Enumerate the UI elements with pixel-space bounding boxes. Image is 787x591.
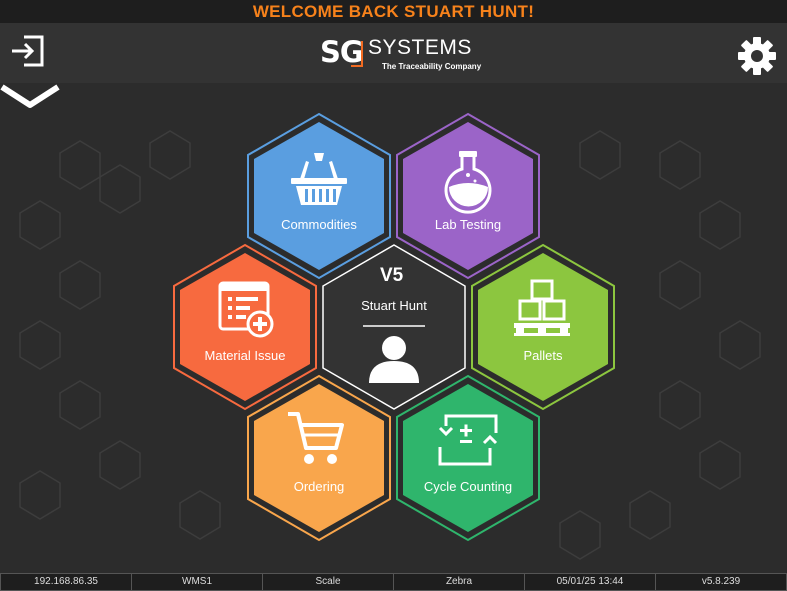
status-scale: Scale — [262, 573, 393, 591]
lab-testing-label: Lab Testing — [434, 217, 502, 232]
material-issue-label: Material Issue — [204, 348, 286, 363]
pallets-label: Pallets — [523, 348, 563, 363]
ordering-tile[interactable] — [247, 374, 391, 542]
logo-bracket — [351, 41, 363, 67]
status-version: v5.8.239 — [655, 573, 787, 591]
cycle-counting-tile[interactable] — [396, 374, 540, 542]
logo-tagline: The Traceability Company — [382, 62, 482, 71]
material-issue-tile[interactable] — [173, 243, 317, 411]
logo-systems: SYSTEMS — [368, 36, 472, 59]
user-name: Stuart Hunt — [361, 298, 427, 313]
status-printer: Zebra — [393, 573, 524, 591]
welcome-text: WELCOME BACK STUART HUNT! — [252, 2, 535, 21]
gear-icon[interactable] — [736, 35, 778, 77]
ordering-label: Ordering — [293, 479, 345, 494]
chevron-down-icon[interactable] — [0, 83, 60, 111]
status-bar: 192.168.86.35 WMS1 Scale Zebra 05/01/25 … — [0, 573, 787, 591]
status-datetime: 05/01/25 13:44 — [524, 573, 655, 591]
home-menu: V5 Commodities Lab Testing Material Issu… — [0, 83, 787, 573]
logout-icon[interactable] — [10, 34, 46, 68]
cycle-counting-label: Cycle Counting — [423, 479, 513, 494]
status-station: WMS1 — [131, 573, 262, 591]
app-header: SG SYSTEMS The Traceability Company — [0, 23, 787, 83]
commodities-label: Commodities — [281, 217, 357, 232]
welcome-banner: WELCOME BACK STUART HUNT! — [0, 0, 787, 23]
status-ip: 192.168.86.35 — [0, 573, 131, 591]
version-badge: V5 — [380, 265, 404, 286]
